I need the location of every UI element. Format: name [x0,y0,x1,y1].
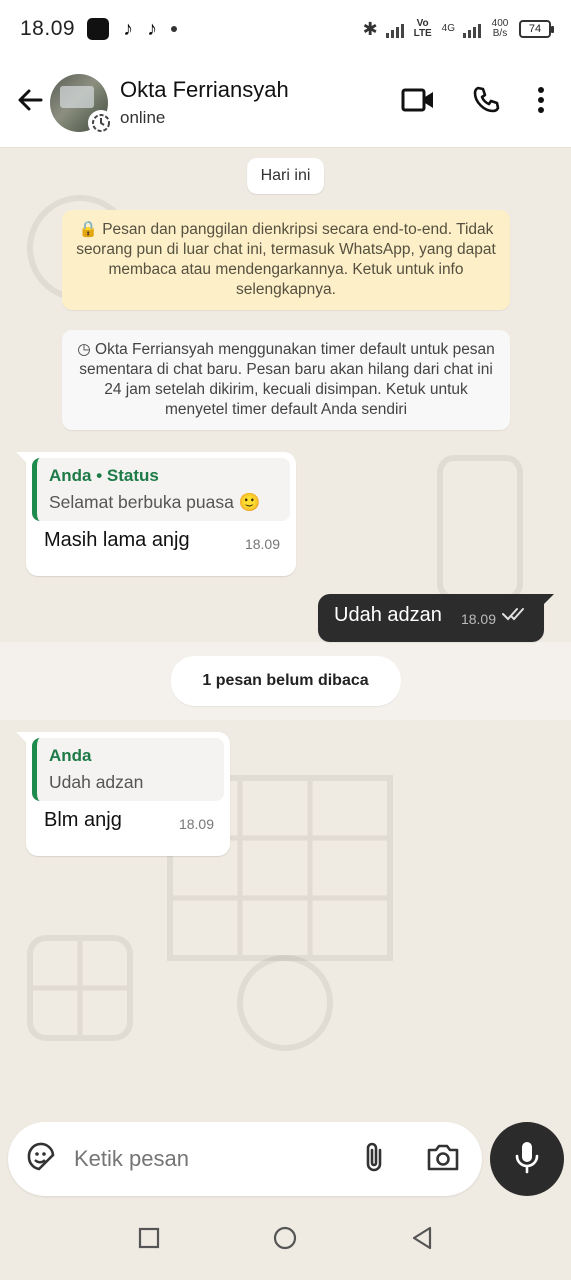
contact-status: online [120,108,166,127]
more-options-icon[interactable] [537,86,545,119]
app-notification-icon [87,18,110,40]
quote-author: Anda • Status [49,466,159,485]
quoted-message[interactable]: Anda • Status Selamat berbuka puasa 🙂 [32,458,290,521]
disappearing-messages-notice[interactable]: ◷ Okta Ferriansyah menggunakan timer def… [62,330,510,430]
attachment-icon[interactable] [362,1140,386,1179]
back-arrow-icon[interactable] [10,85,50,121]
system-icons: ✱ Vo LTE 4G 400 B/s 74 [362,18,554,40]
unread-messages-divider: 1 pesan belum dibaca [170,656,401,706]
message-input[interactable] [74,1146,362,1172]
network-speed-unit: B/s [492,28,508,39]
message-text: Blm anjg [44,809,122,831]
signal-icon [463,20,481,38]
more-notifications-icon [171,26,178,32]
voice-message-button[interactable] [490,1122,564,1196]
camera-icon[interactable] [426,1142,460,1177]
quote-text: Udah adzan [49,772,144,792]
contact-name: Okta Ferriansyah [120,77,289,102]
message-time: 18.09 [244,536,280,552]
message-text: Udah adzan [334,604,442,626]
bluetooth-icon: ✱ [362,18,378,39]
incoming-message[interactable]: Anda Udah adzan Blm anjg 18.09 [16,732,230,856]
tiktok-icon: ♪ [123,17,134,40]
microphone-icon [514,1140,540,1179]
chat-header: Okta Ferriansyah online [0,58,571,148]
tiktok-icon: ♪ [147,17,158,40]
chat-area[interactable]: Hari ini 🔒 Pesan dan panggilan dienkrips… [0,148,571,1120]
video-call-icon[interactable] [401,87,435,118]
battery-icon: 74 [519,20,554,38]
network-speed: 400 B/s [489,19,511,39]
read-receipt-icon [502,606,528,627]
quote-author: Anda [49,746,92,765]
network-type-label: 4G [441,23,455,34]
recent-apps-button[interactable] [138,1227,160,1254]
encryption-notice[interactable]: 🔒 Pesan dan panggilan dienkripsi secara … [62,210,510,310]
system-nav-bar [0,1200,571,1280]
signal-icon [385,20,404,38]
message-text: Masih lama anjg [44,529,190,551]
phone-icon[interactable] [471,85,501,120]
outgoing-message[interactable]: Udah adzan 18.09 [318,594,554,642]
date-divider: Hari ini [246,158,325,194]
message-time: 18.09 [178,816,214,832]
back-button[interactable] [410,1225,434,1256]
contact-info[interactable]: Okta Ferriansyah online [120,77,289,128]
quoted-message[interactable]: Anda Udah adzan [32,738,224,801]
avatar[interactable] [50,73,114,136]
status-bar: 18.09 ♪ ♪ ✱ Vo LTE 4G 400 B/s 74 [0,0,571,58]
home-button[interactable] [272,1225,298,1256]
disappearing-timer-icon [88,109,114,136]
sticker-icon[interactable] [24,1140,58,1179]
status-time: 18.09 [20,17,76,40]
volte-label: Vo LTE [413,18,432,39]
message-time: 18.09 [460,611,496,627]
incoming-message[interactable]: Anda • Status Selamat berbuka puasa 🙂 Ma… [16,452,296,576]
header-actions [401,85,545,120]
notification-icons: ♪ ♪ [87,17,178,41]
quote-text: Selamat berbuka puasa 🙂 [49,492,261,512]
message-composer [8,1122,482,1196]
